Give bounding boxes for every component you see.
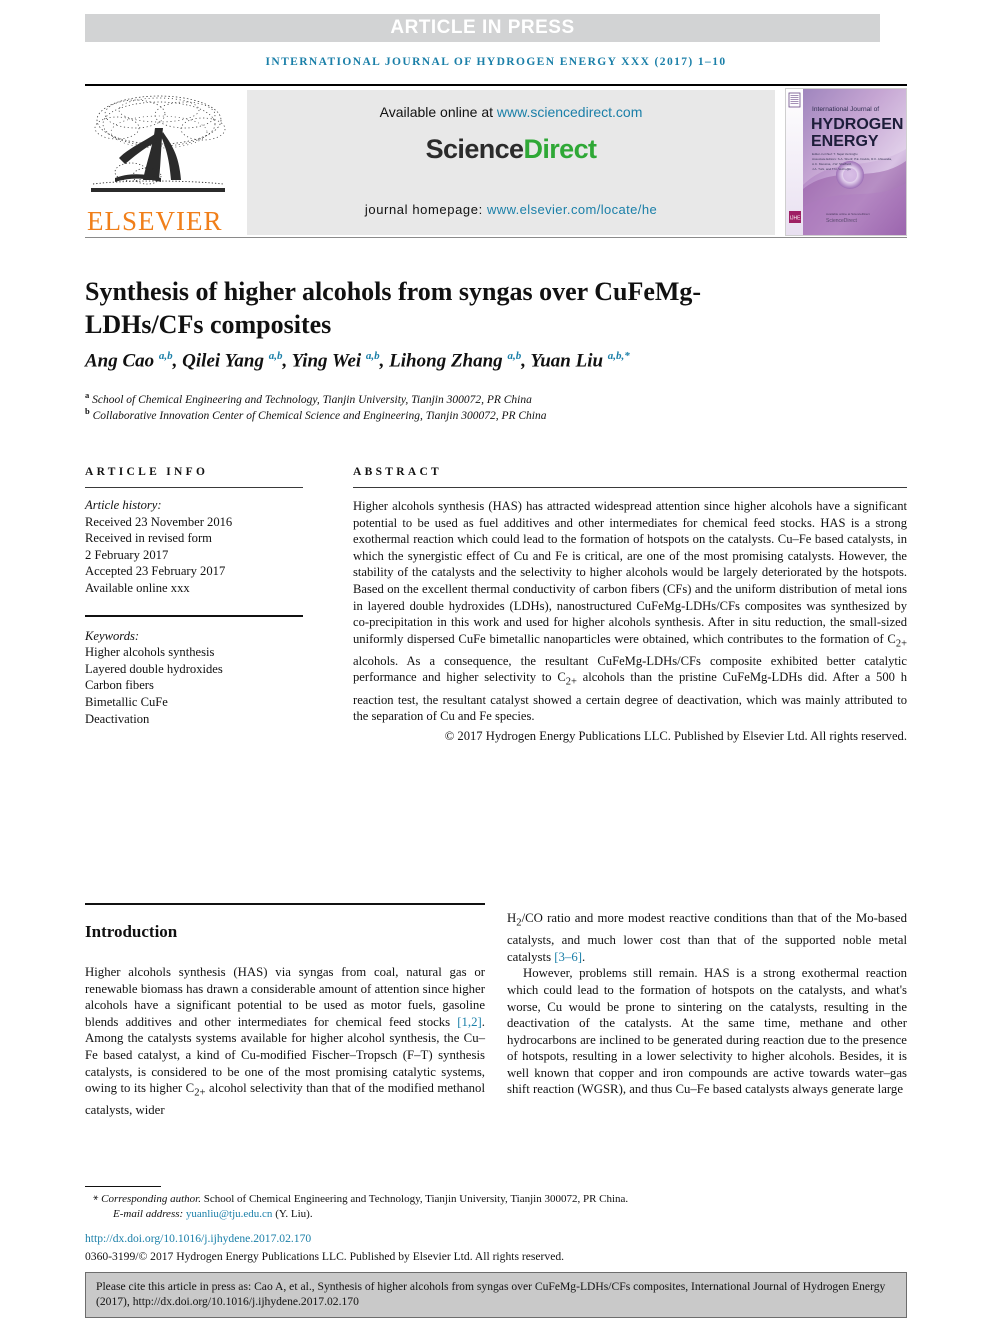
journal-cover-thumbnail[interactable]: IJHE International Journal of HYDROGEN E…: [785, 88, 907, 236]
elsevier-logo: ELSEVIER: [85, 88, 233, 236]
svg-text:HYDROGEN: HYDROGEN: [811, 116, 903, 133]
history-item: 2 February 2017: [85, 547, 169, 562]
issn-copyright-line: 0360-3199/© 2017 Hydrogen Energy Publica…: [85, 1250, 565, 1263]
footnotes-block: ⚹ Corresponding author. School of Chemic…: [85, 1190, 907, 1221]
abstract-divider: [353, 487, 907, 488]
svg-text:Associate Editors: S.A. Sheri: Associate Editors: S.A. Sherif, P.E. Dod…: [812, 157, 892, 161]
history-item: Accepted 23 February 2017: [85, 564, 226, 579]
affiliation-marker-a: a: [85, 390, 90, 400]
article-history-block: Article history: Received 23 November 20…: [85, 497, 303, 597]
elsevier-wordmark: ELSEVIER: [87, 206, 223, 236]
abstract-sub-2: 2+: [565, 676, 577, 688]
masthead: ELSEVIER Available online at www.science…: [85, 88, 907, 236]
abstract-text: Higher alcohols synthesis (HAS) has attr…: [353, 498, 907, 725]
keywords-divider: [85, 614, 303, 617]
email-link[interactable]: yuanliu@tju.edu.cn: [186, 1208, 273, 1220]
abstract-column: ABSTRACT Higher alcohols synthesis (HAS)…: [353, 466, 907, 744]
intro-paragraph-right-2: However, problems still remain. HAS is a…: [507, 966, 907, 1097]
intro-left-text-a: Higher alcohols synthesis (HAS) via syng…: [85, 965, 485, 1029]
journal-homepage-label: journal homepage:: [364, 202, 487, 217]
masthead-bottom-rule: [85, 237, 907, 238]
body-column-right: H2/CO ratio and more modest reactive con…: [507, 910, 907, 1098]
affiliation-marker-b: b: [85, 406, 90, 416]
svg-text:ENERGY: ENERGY: [811, 133, 879, 150]
intro-right-text-c: .: [581, 949, 586, 964]
author-list: Ang Cao a,b, Qilei Yang a,b, Ying Wei a,…: [85, 350, 630, 372]
history-item: Available online xxx: [85, 580, 190, 595]
svg-text:Editor-in-Chief: T. Nejat Vez: Editor-in-Chief: T. Nejat Veziroğlu: [812, 152, 858, 156]
footnote-rule: [85, 1186, 161, 1187]
keyword-item: Higher alcohols synthesis: [85, 645, 215, 660]
svg-text:International Journal of: International Journal of: [812, 106, 879, 113]
abstract-heading: ABSTRACT: [353, 466, 443, 478]
corresponding-author-rest: School of Chemical Engineering and Techn…: [200, 1193, 629, 1205]
doi-link[interactable]: http://dx.doi.org/10.1016/j.ijhydene.201…: [85, 1232, 311, 1245]
svg-text:ScienceDirect: ScienceDirect: [826, 218, 857, 224]
asterisk-icon: ⚹: [93, 1192, 99, 1202]
abstract-part-1: Higher alcohols synthesis (HAS) has attr…: [353, 499, 907, 646]
article-first-page: ARTICLE IN PRESS International Journal o…: [0, 0, 992, 1323]
email-note: E-mail address: yuanliu@tju.edu.cn (Y. L…: [85, 1207, 907, 1222]
journal-running-head: International Journal of Hydrogen Energy…: [265, 56, 727, 68]
journal-homepage-link[interactable]: www.elsevier.com/locate/he: [487, 202, 657, 217]
article-in-press-banner: ARTICLE IN PRESS: [85, 14, 880, 42]
sciencedirect-word-science: Science: [425, 134, 524, 164]
keyword-item: Deactivation: [85, 711, 150, 726]
intro-paragraph-left: Higher alcohols synthesis (HAS) via syng…: [85, 964, 485, 1119]
masthead-top-rule: [85, 84, 907, 86]
body-column-left: Introduction Higher alcohols synthesis (…: [85, 910, 485, 1119]
article-info-column: ARTICLE INFO Article history: Received 2…: [85, 466, 303, 727]
history-item: Received in revised form: [85, 531, 212, 546]
journal-homepage-line: journal homepage: www.elsevier.com/locat…: [247, 202, 775, 217]
affiliation-b-text: Collaborative Innovation Center of Chemi…: [92, 409, 547, 422]
keywords-block: Keywords: Higher alcohols synthesis Laye…: [85, 628, 303, 728]
citation-ref-3-6[interactable]: [3–6]: [554, 950, 582, 964]
sciencedirect-word-direct: Direct: [523, 134, 597, 164]
sciencedirect-url-link[interactable]: www.sciencedirect.com: [497, 104, 643, 120]
page-title: Synthesis of higher alcohols from syngas…: [85, 277, 702, 340]
email-label: E-mail address:: [113, 1207, 186, 1220]
intro-right-text-a: H: [507, 911, 517, 925]
keywords-label: Keywords:: [85, 628, 140, 643]
abstract-sub-1: 2+: [895, 638, 907, 650]
keyword-item: Carbon fibers: [85, 678, 154, 693]
sciencedirect-banner: Available online at www.sciencedirect.co…: [247, 90, 775, 235]
corresponding-author-note: ⚹ Corresponding author. School of Chemic…: [85, 1190, 907, 1207]
introduction-heading: Introduction: [85, 922, 178, 941]
available-online-prefix: Available online at: [379, 104, 497, 120]
history-item: Received 23 November 2016: [85, 514, 233, 529]
keyword-item: Bimetallic CuFe: [85, 694, 168, 709]
svg-text:IJHE: IJHE: [790, 216, 802, 222]
svg-text:Available online at ScienceDir: Available online at ScienceDirect: [826, 212, 870, 216]
intro-left-sub: 2+: [194, 1087, 206, 1099]
email-suffix: (Y. Liu).: [272, 1207, 313, 1220]
introduction-top-rule: [85, 903, 485, 905]
article-history-label: Article history:: [85, 498, 162, 512]
citation-ref-1-2[interactable]: [1,2]: [457, 1015, 482, 1029]
svg-text:A.C. Messina, J.W. Sheffield,: A.C. Messina, J.W. Sheffield,: [812, 162, 852, 166]
intro-paragraph-right-1: H2/CO ratio and more modest reactive con…: [507, 910, 907, 965]
available-online-text: Available online at www.sciencedirect.co…: [247, 104, 775, 120]
article-info-divider: [85, 487, 303, 488]
corresponding-author-label: Corresponding author.: [101, 1193, 201, 1205]
abstract-copyright: © 2017 Hydrogen Energy Publications LLC.…: [444, 728, 907, 743]
please-cite-box: Please cite this article in press as: Ca…: [85, 1272, 907, 1318]
sciencedirect-wordmark: ScienceDirect: [247, 134, 775, 165]
elsevier-tree-icon: [91, 95, 226, 192]
journal-cover-image: IJHE International Journal of HYDROGEN E…: [786, 89, 906, 235]
keyword-item: Layered double hydroxides: [85, 661, 223, 676]
svg-text:J.A. Turk, and T.N. Veziroğlu: J.A. Turk, and T.N. Veziroğlu: [812, 167, 851, 171]
affiliation-b: b Collaborative Innovation Center of Che…: [85, 404, 885, 424]
article-info-heading: ARTICLE INFO: [85, 466, 209, 478]
